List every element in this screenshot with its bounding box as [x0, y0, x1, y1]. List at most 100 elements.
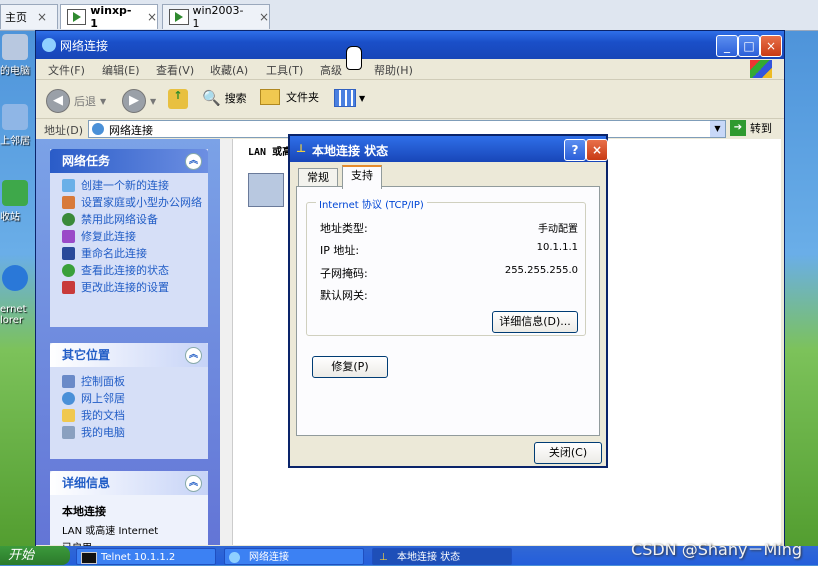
- views-button[interactable]: ▼: [334, 89, 365, 107]
- views-icon: [334, 89, 356, 107]
- menu-view[interactable]: 查看(V): [156, 62, 194, 78]
- task-label: 修复此连接: [81, 230, 136, 243]
- window-title-bar[interactable]: 网络连接 _ □ ×: [36, 31, 784, 59]
- network-icon: [92, 123, 104, 135]
- tab-support[interactable]: 支持: [342, 165, 382, 189]
- task-change-settings[interactable]: 更改此连接的设置: [50, 279, 208, 296]
- folders-button[interactable]: 文件夹: [260, 89, 319, 105]
- row-label: 子网掩码:: [320, 267, 368, 280]
- dropdown-arrow-icon: ▼: [359, 93, 366, 103]
- go-arrow-icon: ➔: [730, 120, 746, 136]
- details-panel: 详细信息 ︽ 本地连接 LAN 或高速 Internet 已启用: [50, 471, 208, 554]
- console-icon: [81, 552, 97, 564]
- row-ip-address: IP 地址: 10.1.1.1: [320, 242, 578, 258]
- back-button[interactable]: ◀ 后退 ▼: [46, 89, 106, 113]
- task-disable-device[interactable]: 禁用此网络设备: [50, 211, 208, 228]
- watermark-text: CSDN @Shany－Ming: [631, 540, 802, 559]
- lan-connection-icon[interactable]: [248, 173, 284, 207]
- dialog-close-button[interactable]: ×: [586, 139, 608, 161]
- search-button[interactable]: 🔍 搜索: [202, 89, 247, 107]
- place-label: 我的电脑: [81, 426, 125, 439]
- task-label: 本地连接 状态: [397, 552, 461, 563]
- taskbar-item-telnet[interactable]: Telnet 10.1.1.2: [76, 548, 216, 565]
- place-network-places[interactable]: 网上邻居: [50, 390, 208, 407]
- repair-button[interactable]: 修复(P): [312, 356, 388, 378]
- place-control-panel[interactable]: 控制面板: [50, 373, 208, 390]
- close-icon[interactable]: ×: [259, 10, 269, 24]
- details-header[interactable]: 详细信息 ︽: [50, 471, 208, 495]
- other-places-header[interactable]: 其它位置 ︽: [50, 343, 208, 367]
- row-label: 默认网关:: [320, 289, 368, 302]
- menu-edit[interactable]: 编辑(E): [102, 62, 140, 78]
- close-icon[interactable]: ×: [37, 10, 47, 24]
- collapse-icon[interactable]: ︽: [185, 347, 202, 364]
- network-icon: [229, 552, 240, 563]
- task-rename-connection[interactable]: 重命名此连接: [50, 245, 208, 262]
- row-label: 地址类型:: [320, 222, 368, 235]
- close-dialog-button[interactable]: 关闭(C): [534, 442, 602, 464]
- group-label: Internet 协议 (TCP/IP): [316, 196, 427, 211]
- menu-advanced[interactable]: 高级: [320, 62, 342, 78]
- chevron-down-icon[interactable]: ▼: [710, 121, 725, 137]
- task-setup-home-network[interactable]: 设置家庭或小型办公网络: [50, 194, 208, 211]
- folders-label: 文件夹: [286, 91, 319, 104]
- menu-bar: 文件(F) 编辑(E) 查看(V) 收藏(A) 工具(T) 高级 帮助(H): [36, 59, 784, 80]
- folder-icon: [62, 409, 75, 422]
- desktop-icon-internet-explorer[interactable]: ernet lorer: [0, 254, 34, 326]
- search-label: 搜索: [224, 92, 247, 105]
- window-title: 网络连接: [60, 39, 109, 53]
- maximize-button[interactable]: □: [738, 35, 760, 57]
- go-button[interactable]: ➔ 转到: [730, 120, 772, 136]
- close-button[interactable]: ×: [760, 35, 782, 57]
- details-desc: LAN 或高速 Internet: [62, 526, 159, 537]
- address-label: 地址(D): [44, 124, 84, 137]
- desktop-icon-network-places[interactable]: 上邻居: [0, 104, 34, 147]
- dropdown-arrow-icon: ▼: [100, 96, 107, 106]
- collapse-icon[interactable]: ︽: [185, 475, 202, 492]
- desktop-icon-label: 收站: [0, 212, 20, 223]
- taskbar-item-network-connections[interactable]: 网络连接: [224, 548, 364, 565]
- menu-favorites[interactable]: 收藏(A): [210, 62, 248, 78]
- place-label: 我的文档: [81, 409, 125, 422]
- dialog-title: 本地连接 状态: [312, 144, 389, 158]
- minimize-button[interactable]: _: [716, 35, 738, 57]
- place-my-computer[interactable]: 我的电脑: [50, 424, 208, 441]
- task-label: 网络连接: [249, 552, 289, 563]
- menu-help[interactable]: 帮助(H): [374, 62, 413, 78]
- place-my-documents[interactable]: 我的文档: [50, 407, 208, 424]
- forward-button[interactable]: ▶ ▼: [122, 89, 156, 113]
- details-button[interactable]: 详细信息(D)...: [492, 311, 578, 333]
- start-button[interactable]: 开始: [0, 546, 70, 565]
- row-label: IP 地址:: [320, 244, 360, 257]
- dialog-title-bar[interactable]: ⊥ 本地连接 状态 ? ×: [290, 136, 608, 162]
- other-places-panel: 其它位置 ︽ 控制面板 网上邻居 我的文档 我的电脑: [50, 343, 208, 459]
- vertical-scrollbar[interactable]: [220, 139, 233, 545]
- task-create-connection[interactable]: 创建一个新的连接: [50, 177, 208, 194]
- up-folder-button[interactable]: ↑: [168, 89, 188, 109]
- menu-tools[interactable]: 工具(T): [266, 62, 303, 78]
- go-label: 转到: [750, 122, 772, 135]
- vm-tab-home-label: 主页: [5, 11, 27, 24]
- taskbar-item-connection-status[interactable]: ⊥ 本地连接 状态: [372, 548, 512, 565]
- task-label: 更改此连接的设置: [81, 281, 169, 294]
- collapse-icon[interactable]: ︽: [185, 153, 202, 170]
- panel-title: 网络任务: [62, 154, 111, 168]
- task-repair-connection[interactable]: 修复此连接: [50, 228, 208, 245]
- close-icon[interactable]: ×: [147, 10, 157, 24]
- task-label: 创建一个新的连接: [81, 179, 169, 192]
- desktop-icon-recycle-bin[interactable]: 收站: [0, 180, 34, 223]
- vm-tab-win2003[interactable]: win2003-1 ×: [162, 4, 270, 30]
- menu-file[interactable]: 文件(F): [48, 62, 85, 78]
- disable-icon: [62, 213, 75, 226]
- tab-general[interactable]: 常规: [298, 168, 338, 187]
- desktop-icon-my-computer[interactable]: 的电脑: [0, 34, 34, 77]
- help-button[interactable]: ?: [564, 139, 586, 161]
- dropdown-arrow-icon: ▼: [150, 96, 157, 106]
- computer-icon: [62, 426, 75, 439]
- vm-tab-winxp[interactable]: winxp-1 ×: [60, 4, 158, 30]
- vm-tab-home[interactable]: 主页 ×: [0, 4, 58, 29]
- connection-icon: ⊥: [296, 142, 307, 155]
- network-tasks-header[interactable]: 网络任务 ︽: [50, 149, 208, 173]
- desktop-icon-label: ernet lorer: [0, 304, 27, 326]
- task-view-status[interactable]: 查看此连接的状态: [50, 262, 208, 279]
